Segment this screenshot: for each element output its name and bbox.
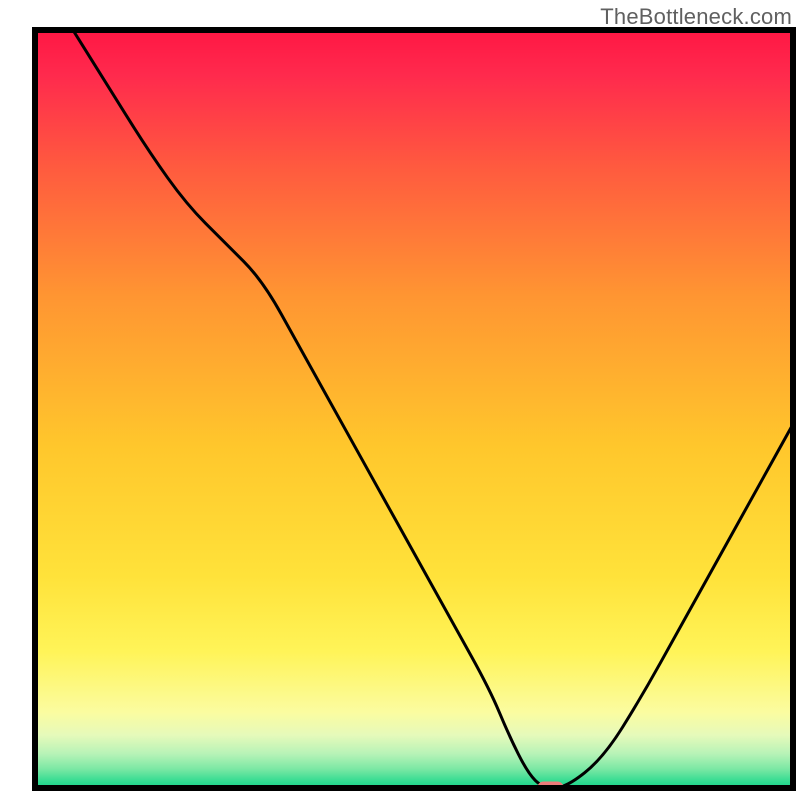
- plot-background: [35, 30, 793, 788]
- chart-container: TheBottleneck.com: [0, 0, 800, 800]
- bottleneck-chart: [0, 0, 800, 800]
- watermark-text: TheBottleneck.com: [600, 4, 792, 30]
